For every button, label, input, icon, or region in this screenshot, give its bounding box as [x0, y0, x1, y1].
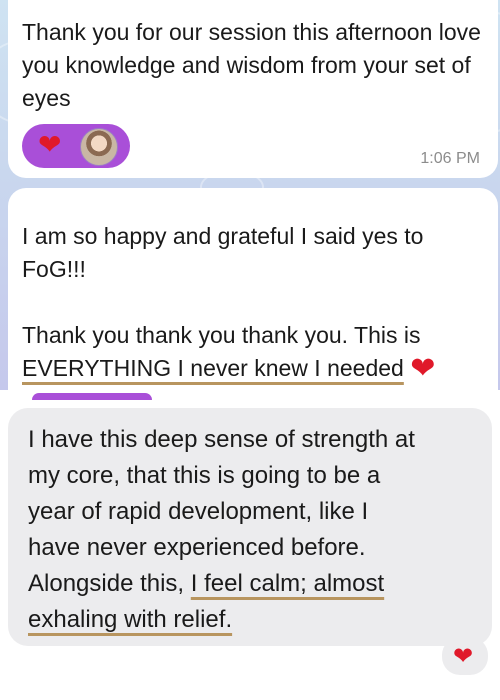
message-3-text: I have this deep sense of strength at my…	[28, 422, 478, 638]
message-3-line: I have this deep sense of strength at	[28, 426, 415, 453]
message-2-gap	[22, 286, 492, 319]
heart-icon: ❤	[453, 642, 474, 670]
underlined-text: I feel calm; almost	[190, 570, 385, 597]
message-3-line: Alongside this, I feel calm; almost	[28, 566, 478, 602]
message-bubble-3[interactable]: I have this deep sense of strength at my…	[8, 408, 492, 646]
message-3-line: have never experienced before.	[28, 534, 366, 561]
message-2-line: Thank you thank you thank you. This is	[22, 322, 421, 348]
message-3-line: year of rapid development, like I	[28, 498, 369, 525]
message-2-text: I am so happy and grateful I said yes to…	[22, 220, 492, 385]
message-2-line: I am so happy and grateful I said yes to	[22, 223, 424, 249]
message-3-line: my core, that this is going to be a	[28, 462, 381, 489]
message-1-text: Thank you for our session this afternoon…	[22, 19, 481, 111]
message-2-line: FoG!!!	[22, 256, 86, 282]
reaction-pill-partial	[32, 393, 152, 400]
heart-icon: ❤	[38, 128, 62, 161]
heart-icon: ❤	[410, 351, 436, 386]
message-bubble-1[interactable]: Thank you for our session this afternoon…	[8, 0, 498, 178]
message-3-plain: Alongside this,	[28, 570, 191, 597]
underlined-text: EVERYTHING I never knew I needed	[22, 355, 404, 381]
message-bubble-2[interactable]: I am so happy and grateful I said yes to…	[8, 188, 498, 400]
reaction-badge[interactable]: ❤	[442, 637, 488, 675]
message-3-line: exhaling with relief.	[28, 602, 478, 638]
reaction-pill[interactable]: ❤	[22, 124, 130, 168]
avatar	[80, 128, 118, 166]
message-2-line: EVERYTHING I never knew I needed ❤	[22, 352, 492, 385]
message-time: 1:06 PM	[420, 150, 480, 167]
underlined-text: exhaling with relief.	[28, 606, 233, 633]
